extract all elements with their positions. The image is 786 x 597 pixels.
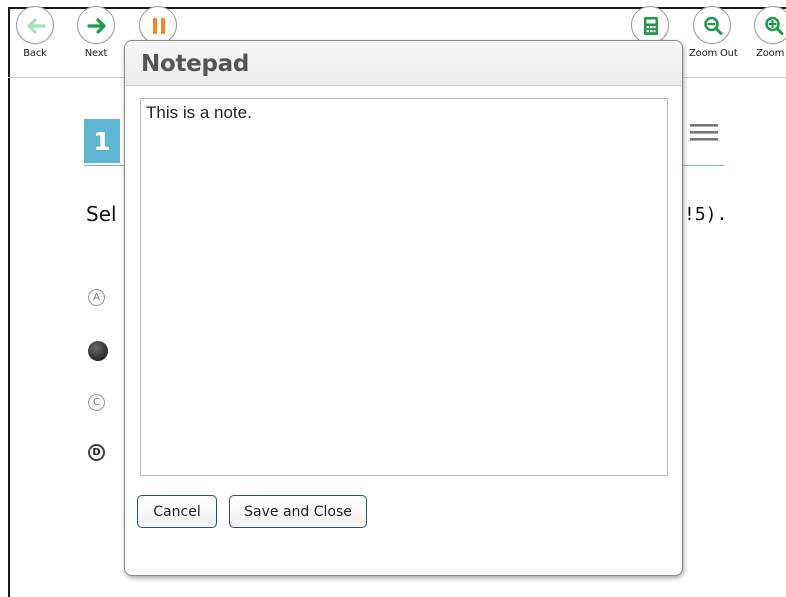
calculator-button[interactable]	[627, 6, 673, 44]
next-label: Next	[84, 48, 108, 59]
zoom-out-button[interactable]: Zoom Out	[689, 6, 738, 59]
zoom-in-button[interactable]: Zoom I	[750, 6, 786, 59]
question-text: Sel	[86, 202, 117, 226]
arrow-left-icon	[27, 18, 46, 34]
option-c[interactable]: C	[88, 394, 105, 411]
notepad-textarea[interactable]: This is a note.	[140, 98, 668, 476]
notepad-dialog: Notepad This is a note. Cancel Save and …	[124, 40, 683, 576]
arrow-right-icon	[87, 18, 106, 34]
back-button[interactable]: Back	[12, 6, 58, 59]
zoom-in-label: Zoom I	[756, 48, 786, 59]
next-button[interactable]: Next	[73, 6, 119, 59]
question-text-end: !5).	[684, 204, 728, 225]
option-d[interactable]: D	[88, 444, 105, 461]
option-d-letter: D	[88, 444, 105, 461]
cancel-button[interactable]: Cancel	[137, 495, 217, 528]
back-label: Back	[23, 48, 47, 59]
option-b-selected-radio	[88, 341, 108, 361]
option-a-letter: A	[88, 289, 105, 306]
pause-icon	[153, 18, 165, 34]
save-and-close-button[interactable]: Save and Close	[229, 495, 367, 528]
notepad-title: Notepad	[141, 51, 249, 77]
zoom-out-label: Zoom Out	[689, 48, 738, 59]
calculator-icon	[644, 17, 658, 35]
option-b[interactable]	[88, 341, 108, 361]
option-c-letter: C	[88, 394, 105, 411]
pause-button[interactable]	[135, 6, 181, 44]
question-number: 1	[84, 119, 120, 163]
option-a[interactable]: A	[88, 289, 105, 306]
menu-icon[interactable]	[690, 123, 720, 143]
zoom-in-icon	[765, 16, 784, 35]
notepad-header: Notepad	[125, 41, 682, 86]
zoom-out-icon	[704, 16, 723, 35]
